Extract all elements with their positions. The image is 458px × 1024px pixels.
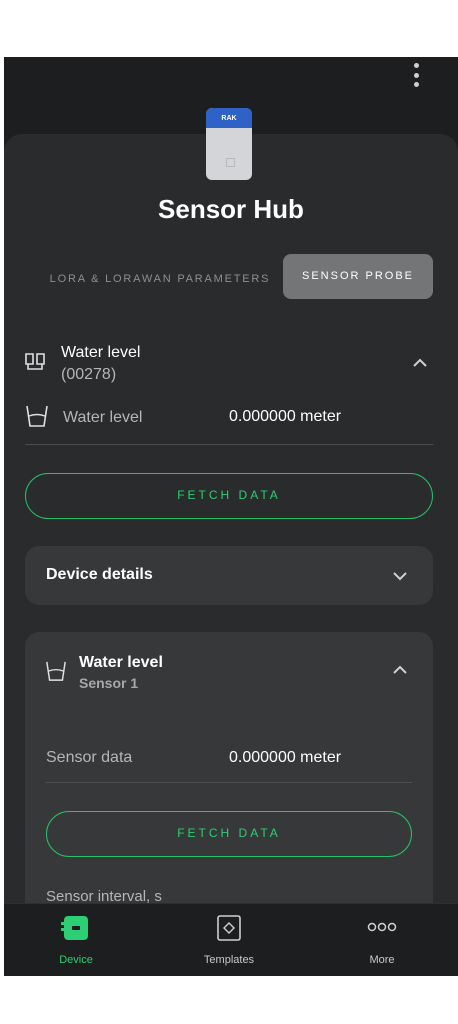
device-icon — [61, 916, 88, 940]
app-screen: RAK Sensor Hub LORA & LORAWAN PARAMETERS… — [4, 57, 458, 976]
nav-more[interactable]: More — [327, 904, 437, 976]
tab-lora-parameters[interactable]: LORA & LORAWAN PARAMETERS — [40, 267, 280, 291]
nav-templates[interactable]: Templates — [174, 904, 284, 976]
nav-templates-label: Templates — [203, 954, 255, 966]
probe-id: (00278) — [61, 366, 117, 383]
bottom-nav: Device Templates More — [4, 903, 458, 976]
more-vert-icon[interactable] — [408, 61, 424, 89]
water-glass-icon — [26, 405, 48, 427]
fetch-data-button[interactable]: FETCH DATA — [25, 473, 433, 519]
nav-more-label: More — [369, 954, 395, 966]
device-image: RAK — [206, 108, 252, 180]
divider — [25, 444, 433, 445]
page-title: Sensor Hub — [158, 194, 304, 224]
sensor-subtitle: Sensor 1 — [79, 675, 139, 691]
nav-device[interactable]: Device — [21, 904, 131, 976]
brand-label: RAK — [206, 108, 252, 128]
sensor-title: Water level — [79, 654, 163, 671]
more-horiz-icon — [367, 922, 397, 932]
fetch-data-button[interactable]: FETCH DATA — [46, 811, 412, 857]
divider — [46, 782, 412, 783]
sensor-data-value: 0.000000 meter — [229, 749, 342, 766]
chevron-down-icon[interactable] — [392, 570, 408, 582]
tab-sensor-probe[interactable]: SENSOR PROBE — [283, 254, 433, 299]
nav-device-label: Device — [59, 954, 93, 966]
probe-icon — [25, 353, 45, 370]
chevron-up-icon[interactable] — [392, 664, 408, 676]
chevron-up-icon[interactable] — [412, 357, 428, 369]
reading-value: 0.000000 meter — [229, 408, 342, 425]
templates-icon — [217, 915, 241, 941]
probe-name: Water level — [61, 344, 141, 361]
device-details-label: Device details — [46, 566, 153, 583]
reading-label: Water level — [63, 409, 143, 426]
sensor-data-label: Sensor data — [46, 749, 133, 766]
device-details-card[interactable]: Device details — [25, 546, 433, 605]
water-glass-icon — [46, 661, 66, 681]
